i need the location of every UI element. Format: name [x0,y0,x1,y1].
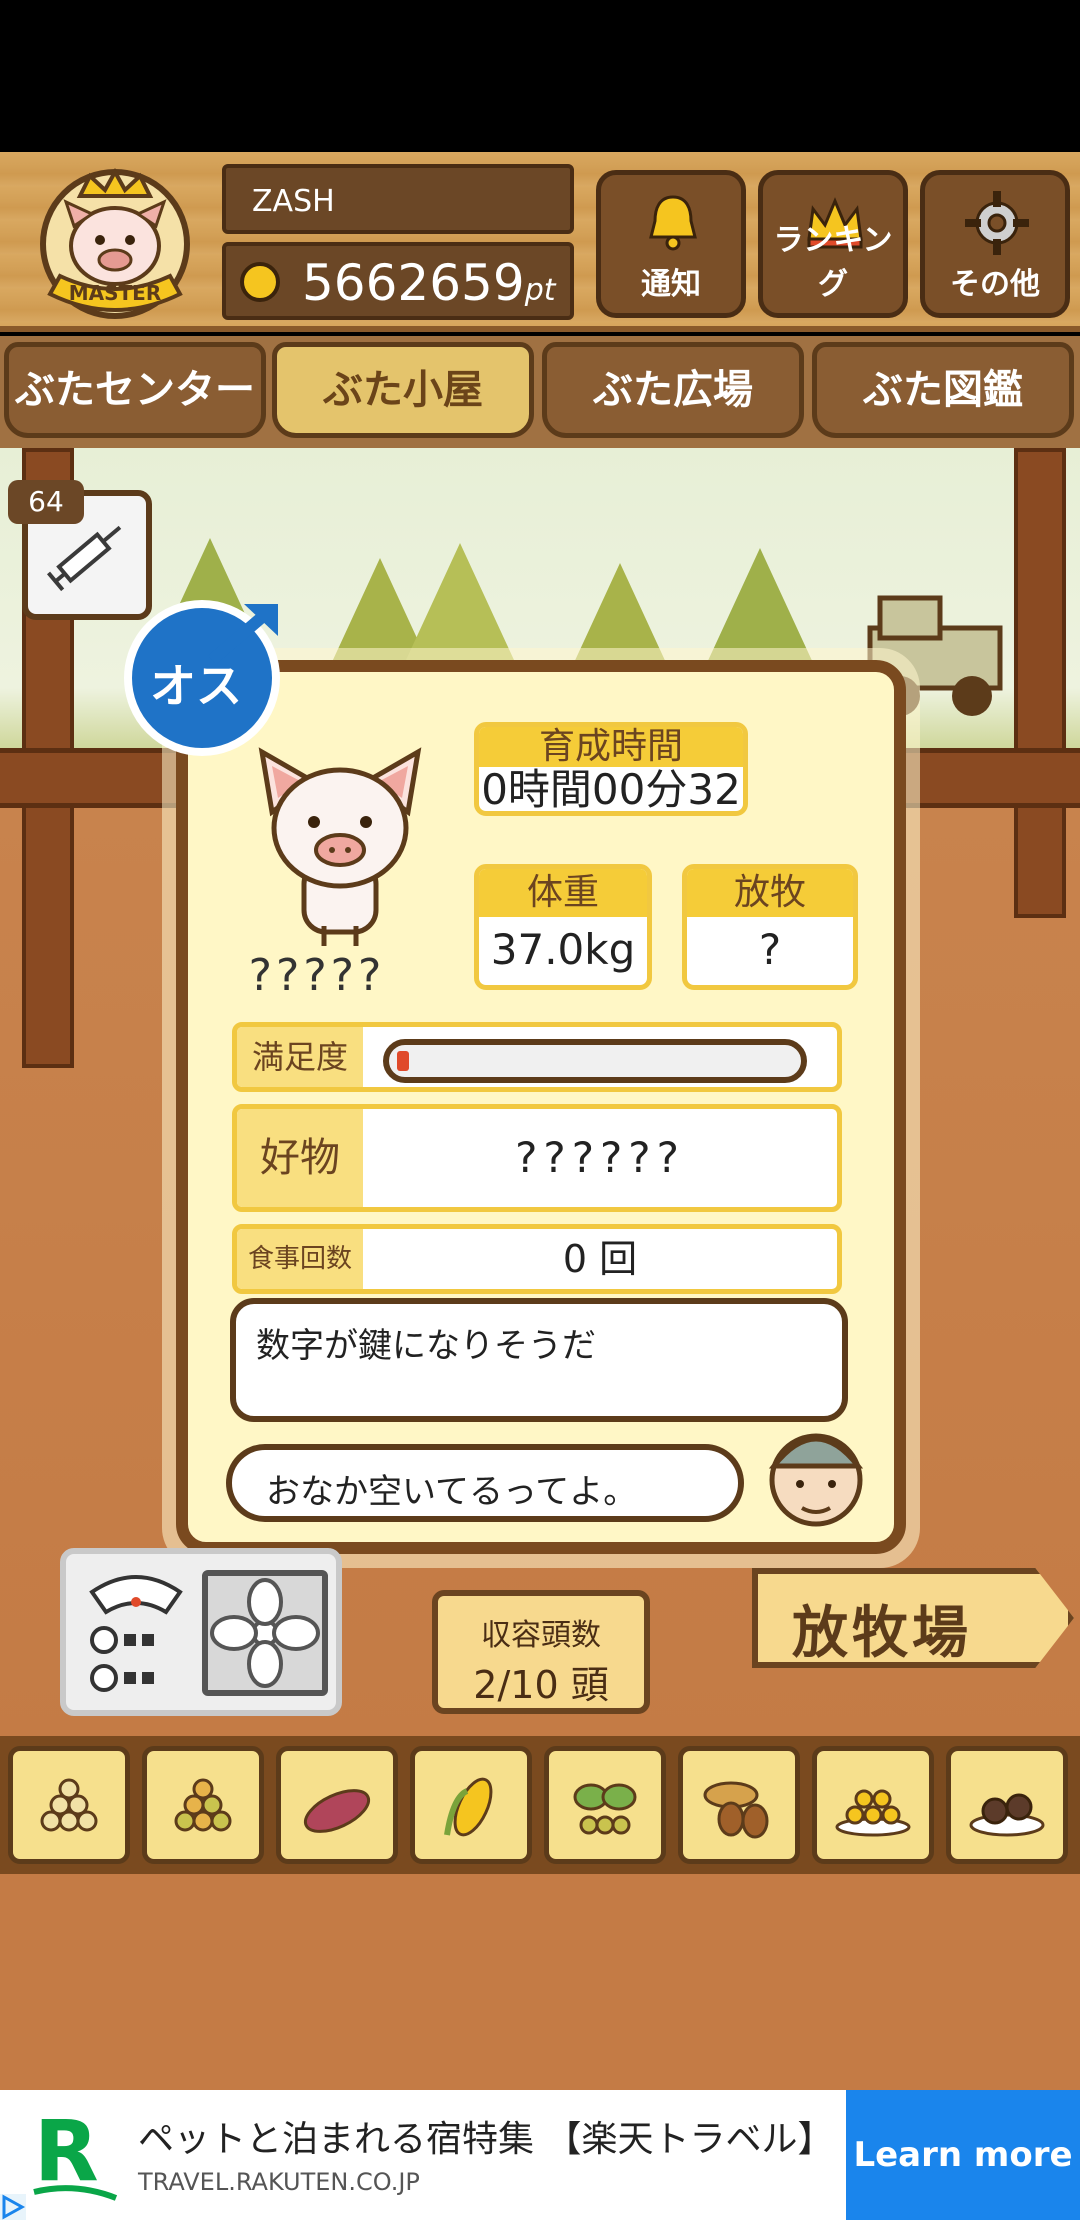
acorn-icon [703,1781,769,1839]
favorite-row: 好物 ?????? [232,1104,842,1212]
capacity-sign: 収容頭数 2/10 頭 [432,1590,650,1714]
gender-label: オス [150,659,242,713]
capacity-label: 収容頭数 [481,1618,601,1653]
grazing-value: ? [758,925,782,974]
weight-label: 体重 [479,869,647,917]
capacity-value: 2/10 頭 [473,1663,609,1707]
favorite-label: 好物 [237,1109,363,1207]
other-button[interactable]: その他 [920,170,1070,318]
satisfaction-meter [383,1039,807,1083]
meals-row: 食事回数 0 回 [232,1224,842,1294]
points-unit: pt [524,273,556,308]
points-display: 5662659pt [222,242,574,320]
feed-slot-sweet-potato[interactable] [276,1746,398,1864]
feed-slot-herb[interactable] [544,1746,666,1864]
tab-buta-hiroba[interactable]: ぶた広場 [542,342,804,438]
ad-banner[interactable]: R ペットと泊まれる宿特集 【楽天トラベル】 TRAVEL.RAKUTEN.CO… [0,2090,1080,2220]
ad-choices-icon[interactable] [0,2194,26,2220]
other-label: その他 [950,267,1040,302]
satisfaction-meter-fill [397,1051,409,1071]
pig-name: ????? [248,950,386,1001]
status-speech-bubble: おなか空いてるってよ。 [226,1444,744,1522]
grain-plate-icon [835,1789,911,1837]
notification-label: 通知 [641,267,701,302]
corn-icon [444,1777,493,1837]
weight-box: 体重 37.0kg [474,864,652,990]
hint-speech-bubble: 数字が鍵になりそうだ [230,1298,848,1422]
feed-slot-grain[interactable] [8,1746,130,1864]
points-value: 5662659pt [302,254,556,312]
raising-time-label: 育成時間 [479,727,743,767]
points-number: 5662659 [302,254,525,312]
header-bar: MASTER ZASH 5662659pt 通知 ランキング その他 [0,152,1080,332]
pasture-sign-button[interactable]: 放牧場 [752,1568,1074,1668]
grazing-label: 放牧 [687,869,853,917]
fence-post [1014,448,1066,918]
status-bar [0,0,1080,152]
feed-slot-mixed-grain[interactable] [142,1746,264,1864]
syringe-count: 64 [8,480,84,524]
tab-bar: ぶたセンター ぶた小屋 ぶた広場 ぶた図鑑 [0,336,1080,448]
tab-buta-center[interactable]: ぶたセンター [4,342,266,438]
truffle-plate-icon [969,1793,1045,1837]
notification-button[interactable]: 通知 [596,170,746,318]
feed-slot-corn[interactable] [410,1746,532,1864]
ranking-button[interactable]: ランキング [758,170,908,318]
weight-value: 37.0kg [490,925,636,974]
coin-icon [240,262,280,302]
grain-icon [40,1778,98,1832]
badge-label: MASTER [69,281,162,305]
tab-buta-zukan[interactable]: ぶた図鑑 [812,342,1074,438]
feed-slot-acorn[interactable] [678,1746,800,1864]
sweet-potato-icon [303,1789,371,1833]
male-gender-icon: オス [124,600,280,756]
grazing-box: 放牧 ? [682,864,858,990]
climate-control-panel[interactable] [60,1548,342,1716]
satisfaction-row: 満足度 [232,1022,842,1092]
thermometer-dial-icon [89,1575,183,1692]
ad-domain: TRAVEL.RAKUTEN.CO.JP [138,2168,420,2196]
fan-blades-icon [210,1578,320,1688]
meals-value: 0 回 [562,1237,638,1281]
satisfaction-label: 満足度 [237,1027,363,1087]
farmer-icon [768,1433,864,1527]
bell-icon [649,195,697,251]
raising-time-box: 育成時間 0時間00分32秒 [474,722,748,816]
master-badge-icon[interactable]: MASTER [30,166,200,326]
ad-title[interactable]: ペットと泊まれる宿特集 【楽天トラベル】 [138,2110,833,2162]
favorite-value: ?????? [515,1133,685,1182]
pig-icon[interactable] [252,742,428,950]
herb-icon [573,1783,637,1835]
feed-bar [0,1736,1080,1874]
pasture-label: 放牧場 [792,1601,972,1666]
ground [0,1874,1080,2090]
mixed-grain-icon [174,1778,232,1832]
ad-learn-more-button[interactable]: Learn more [846,2090,1080,2220]
gear-icon [965,191,1029,255]
fan-icon[interactable] [202,1570,328,1696]
rakuten-logo-icon: R [33,2108,118,2201]
ranking-label: ランキング [773,223,893,302]
raising-time-value: 0時間00分32秒 [481,765,741,814]
tab-buta-koya[interactable]: ぶた小屋 [272,342,534,438]
player-name: ZASH [222,164,574,234]
feed-slot-grain-plate[interactable] [812,1746,934,1864]
feed-slot-truffle-plate[interactable] [946,1746,1068,1864]
meals-label: 食事回数 [237,1229,363,1289]
